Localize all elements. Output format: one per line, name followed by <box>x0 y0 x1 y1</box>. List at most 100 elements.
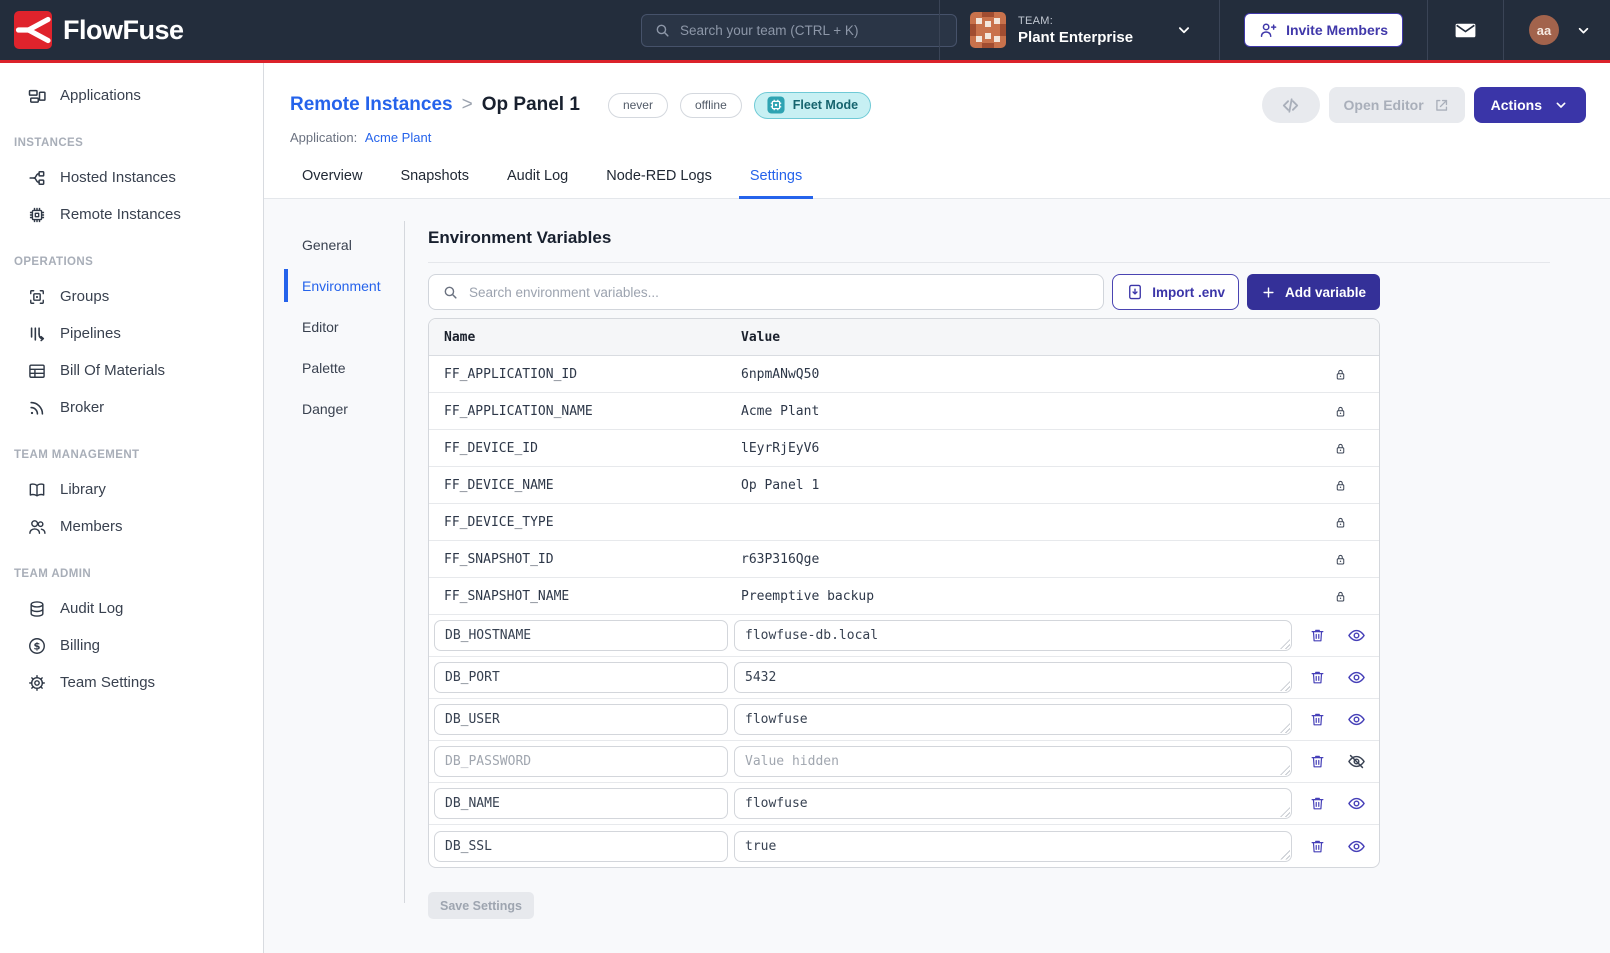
breadcrumb: Remote Instances > Op Panel 1 <box>290 94 580 116</box>
env-value: Op Panel 1 <box>741 478 1291 493</box>
sidebar-section-operations: OPERATIONS <box>0 245 263 278</box>
env-name: FF_APPLICATION_NAME <box>429 404 741 419</box>
env-name-input[interactable] <box>434 831 728 862</box>
sidebar-item-bill-of-materials[interactable]: Bill Of Materials <box>0 352 263 389</box>
column-header-value: Value <box>741 330 1291 345</box>
users-icon <box>27 517 47 537</box>
application-label: Application: <box>290 130 357 145</box>
import-env-button[interactable]: Import .env <box>1112 274 1239 310</box>
divider <box>1219 0 1220 60</box>
broker-icon <box>27 398 47 418</box>
toggle-visibility-button[interactable] <box>1347 794 1366 813</box>
env-name-input[interactable] <box>434 704 728 735</box>
trash-icon <box>1309 795 1326 812</box>
brand[interactable]: FlowFuse <box>14 11 184 49</box>
delete-variable-button[interactable] <box>1309 753 1326 770</box>
env-value: Acme Plant <box>741 404 1291 419</box>
application-line: Application: Acme Plant <box>290 130 1586 145</box>
add-variable-button[interactable]: Add variable <box>1247 274 1380 310</box>
table-row: FF_APPLICATION_ID 6npmANwQ50 <box>429 356 1379 393</box>
developer-mode-button[interactable] <box>1262 87 1320 123</box>
lock-icon <box>1333 515 1348 530</box>
env-search[interactable] <box>428 274 1104 310</box>
tab-overview[interactable]: Overview <box>300 160 364 198</box>
delete-variable-button[interactable] <box>1309 711 1326 728</box>
applications-icon <box>27 86 47 106</box>
breadcrumb-parent-link[interactable]: Remote Instances <box>290 94 453 116</box>
toggle-visibility-button[interactable] <box>1347 626 1366 645</box>
env-value-input[interactable] <box>734 831 1292 862</box>
main-content: Remote Instances > Op Panel 1 never offl… <box>264 63 1610 953</box>
team-search-input[interactable] <box>680 23 944 38</box>
open-editor-button[interactable]: Open Editor <box>1329 87 1465 123</box>
env-name-input[interactable] <box>434 788 728 819</box>
sidebar-item-groups[interactable]: Groups <box>0 278 263 315</box>
settings-content: General Environment Editor Palette Dange… <box>264 199 1610 953</box>
user-menu[interactable]: aa <box>1504 15 1610 45</box>
sidebar-item-label: Groups <box>60 288 109 305</box>
env-value-input[interactable] <box>734 620 1292 651</box>
sidebar-item-team-settings[interactable]: Team Settings <box>0 664 263 701</box>
delete-variable-button[interactable] <box>1309 795 1326 812</box>
toggle-visibility-button[interactable] <box>1347 837 1366 856</box>
invite-members-button[interactable]: Invite Members <box>1244 13 1403 47</box>
table-row: FF_SNAPSHOT_ID r63P316Qge <box>429 541 1379 578</box>
page-header: Remote Instances > Op Panel 1 never offl… <box>264 63 1610 199</box>
notifications-button[interactable] <box>1428 0 1503 60</box>
toggle-visibility-button[interactable] <box>1347 668 1366 687</box>
team-search[interactable] <box>641 14 957 47</box>
sidebar-section-team-management: TEAM MANAGEMENT <box>0 438 263 471</box>
delete-variable-button[interactable] <box>1309 669 1326 686</box>
toggle-visibility-button[interactable] <box>1347 752 1366 771</box>
sidebar-item-applications[interactable]: Applications <box>0 77 263 114</box>
user-avatar: aa <box>1529 15 1559 45</box>
sidebar-item-remote-instances[interactable]: Remote Instances <box>0 196 263 233</box>
env-search-input[interactable] <box>469 285 1090 300</box>
fleet-mode-badge[interactable]: Fleet Mode <box>754 92 871 119</box>
settings-nav-environment[interactable]: Environment <box>284 265 404 306</box>
env-value-input[interactable] <box>734 788 1292 819</box>
actions-label: Actions <box>1491 97 1542 113</box>
chevron-down-icon <box>1175 21 1193 39</box>
settings-nav-editor[interactable]: Editor <box>284 306 404 347</box>
table-row <box>429 825 1379 867</box>
sidebar-item-label: Bill Of Materials <box>60 362 165 379</box>
sidebar-item-library[interactable]: Library <box>0 471 263 508</box>
env-value-input[interactable] <box>734 746 1292 777</box>
sidebar-item-billing[interactable]: Billing <box>0 627 263 664</box>
search-icon <box>442 284 459 301</box>
sidebar-item-broker[interactable]: Broker <box>0 389 263 426</box>
env-value-input[interactable] <box>734 704 1292 735</box>
import-file-icon <box>1126 283 1144 301</box>
env-value-input[interactable] <box>734 662 1292 693</box>
tab-snapshots[interactable]: Snapshots <box>398 160 471 198</box>
env-name-input[interactable] <box>434 620 728 651</box>
delete-variable-button[interactable] <box>1309 838 1326 855</box>
settings-nav-danger[interactable]: Danger <box>284 388 404 429</box>
sidebar-item-audit-log[interactable]: Audit Log <box>0 590 263 627</box>
save-settings-button[interactable]: Save Settings <box>428 892 534 919</box>
sidebar-item-members[interactable]: Members <box>0 508 263 545</box>
settings-nav-general[interactable]: General <box>284 224 404 265</box>
env-name-input[interactable] <box>434 662 728 693</box>
env-name-input[interactable] <box>434 746 728 777</box>
tab-node-red-logs[interactable]: Node-RED Logs <box>604 160 714 198</box>
plus-icon <box>1261 285 1276 300</box>
application-link[interactable]: Acme Plant <box>365 130 431 145</box>
sidebar-item-pipelines[interactable]: Pipelines <box>0 315 263 352</box>
lock-icon <box>1333 367 1348 382</box>
invite-members-label: Invite Members <box>1286 22 1388 38</box>
database-icon <box>27 599 47 619</box>
settings-nav-palette[interactable]: Palette <box>284 347 404 388</box>
delete-variable-button[interactable] <box>1309 627 1326 644</box>
tab-audit-log[interactable]: Audit Log <box>505 160 570 198</box>
team-selector[interactable]: TEAM: Plant Enterprise <box>940 12 1219 48</box>
actions-button[interactable]: Actions <box>1474 87 1586 123</box>
tab-settings[interactable]: Settings <box>748 160 804 198</box>
eye-icon <box>1347 794 1366 813</box>
lock-icon <box>1333 478 1348 493</box>
sidebar-item-hosted-instances[interactable]: Hosted Instances <box>0 159 263 196</box>
table-row <box>429 783 1379 825</box>
toggle-visibility-button[interactable] <box>1347 710 1366 729</box>
env-value: Preemptive backup <box>741 589 1291 604</box>
